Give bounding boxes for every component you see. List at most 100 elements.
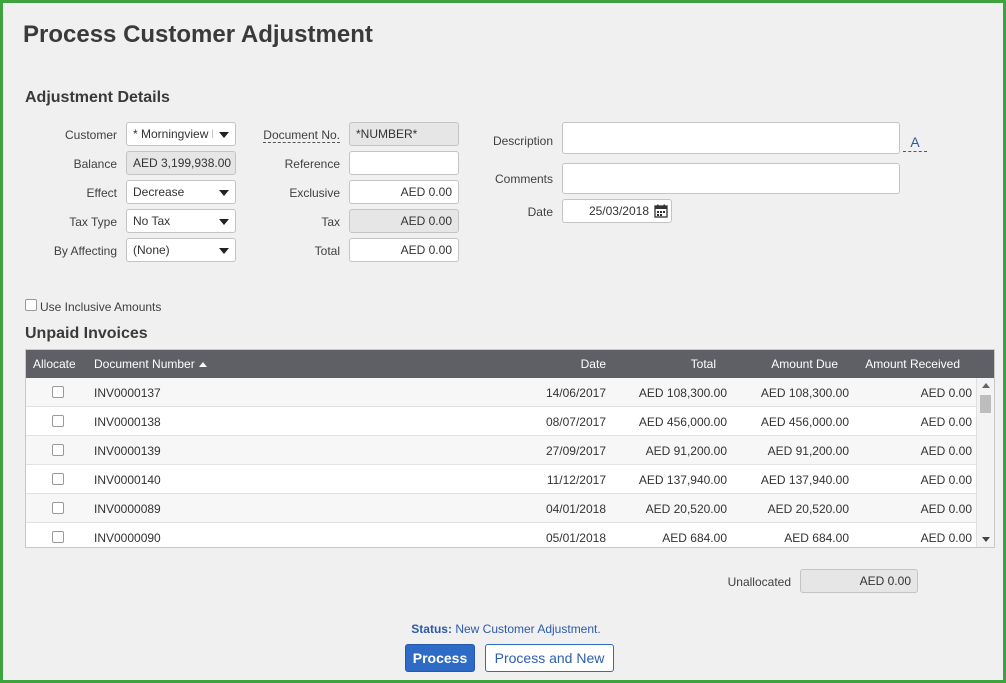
column-header-amount-due[interactable]: Amount Due xyxy=(746,357,838,371)
cell-total: AED 20,520.00 xyxy=(645,502,727,516)
cell-total: AED 684.00 xyxy=(662,531,727,545)
table-scrollbar[interactable] xyxy=(976,378,994,547)
cell-date: 05/01/2018 xyxy=(545,531,606,545)
tax-type-value: No Tax xyxy=(133,214,171,228)
effect-value: Decrease xyxy=(133,185,185,199)
allocate-checkbox[interactable] xyxy=(52,386,64,398)
allocate-checkbox[interactable] xyxy=(52,531,64,543)
status-label: Status: xyxy=(411,622,452,636)
allocate-checkbox[interactable] xyxy=(52,415,64,427)
comments-label: Comments xyxy=(494,172,553,186)
use-inclusive-checkbox[interactable] xyxy=(25,299,37,311)
cell-amount-received[interactable]: AED 0.00 xyxy=(871,531,972,545)
by-affecting-select[interactable]: (None) xyxy=(126,238,236,262)
scroll-thumb[interactable] xyxy=(980,395,991,413)
unallocated-label: Unallocated xyxy=(727,575,791,589)
table-row[interactable]: INV0000138 08/07/2017 AED 456,000.00 AED… xyxy=(26,407,977,436)
column-header-total[interactable]: Total xyxy=(626,357,716,371)
document-no-label[interactable]: Document No. xyxy=(253,128,340,143)
cell-total: AED 456,000.00 xyxy=(638,415,727,429)
font-format-button[interactable]: A xyxy=(903,134,927,152)
cell-amount-received[interactable]: AED 0.00 xyxy=(871,415,972,429)
unpaid-invoices-table: Allocate Document Number Date Total Amou… xyxy=(25,349,995,548)
cell-document-number: INV0000089 xyxy=(94,502,161,516)
table-row[interactable]: INV0000089 04/01/2018 AED 20,520.00 AED … xyxy=(26,494,977,523)
cell-date: 14/06/2017 xyxy=(545,386,606,400)
allocate-checkbox[interactable] xyxy=(52,444,64,456)
description-input[interactable] xyxy=(562,122,900,154)
cell-amount-due: AED 456,000.00 xyxy=(760,415,849,429)
column-header-allocate[interactable]: Allocate xyxy=(33,357,76,371)
column-header-amount-received[interactable]: Amount Received xyxy=(860,357,960,371)
effect-select[interactable]: Decrease xyxy=(126,180,236,204)
table-row[interactable]: INV0000140 11/12/2017 AED 137,940.00 AED… xyxy=(26,465,977,494)
column-header-date[interactable]: Date xyxy=(526,357,606,371)
exclusive-input[interactable]: AED 0.00 xyxy=(349,180,459,204)
cell-amount-received[interactable]: AED 0.00 xyxy=(871,386,972,400)
status-text: New Customer Adjustment. xyxy=(455,622,601,636)
table-row[interactable]: INV0000090 05/01/2018 AED 684.00 AED 684… xyxy=(26,523,977,547)
cell-date: 11/12/2017 xyxy=(546,473,606,487)
date-input[interactable]: 25/03/2018 xyxy=(562,199,672,223)
total-input[interactable]: AED 0.00 xyxy=(349,238,459,262)
cell-total: AED 108,300.00 xyxy=(638,386,727,400)
use-inclusive-label: Use Inclusive Amounts xyxy=(40,300,162,314)
exclusive-label: Exclusive xyxy=(289,186,340,200)
cell-date: 04/01/2018 xyxy=(545,502,606,516)
process-and-new-button[interactable]: Process and New xyxy=(485,644,614,672)
chevron-down-icon xyxy=(219,190,229,196)
cell-amount-due: AED 108,300.00 xyxy=(760,386,849,400)
cell-total: AED 91,200.00 xyxy=(645,444,727,458)
cell-document-number: INV0000137 xyxy=(94,386,161,400)
tax-type-select[interactable]: No Tax xyxy=(126,209,236,233)
date-label: Date xyxy=(527,205,553,219)
chevron-down-icon xyxy=(219,248,229,254)
column-header-document-number[interactable]: Document Number xyxy=(94,357,207,371)
cell-amount-received[interactable]: AED 0.00 xyxy=(871,473,972,487)
cell-amount-due: AED 91,200.00 xyxy=(767,444,849,458)
tax-field: AED 0.00 xyxy=(349,209,459,233)
date-value: 25/03/2018 xyxy=(588,204,649,218)
cell-date: 27/09/2017 xyxy=(545,444,606,458)
description-label: Description xyxy=(492,134,553,148)
page-title: Process Customer Adjustment xyxy=(23,21,373,48)
document-number-header-text: Document Number xyxy=(94,357,195,371)
comments-input[interactable] xyxy=(562,163,900,194)
table-header: Allocate Document Number Date Total Amou… xyxy=(26,350,994,378)
balance-field: AED 3,199,938.00 xyxy=(126,151,236,175)
customer-label: Customer xyxy=(64,128,117,142)
scroll-up-icon[interactable] xyxy=(982,383,990,388)
allocate-checkbox[interactable] xyxy=(52,502,64,514)
table-row[interactable]: INV0000139 27/09/2017 AED 91,200.00 AED … xyxy=(26,436,977,465)
unpaid-invoices-heading: Unpaid Invoices xyxy=(25,325,148,342)
sort-ascending-icon xyxy=(198,362,207,367)
chevron-down-icon xyxy=(219,132,229,138)
effect-label: Effect xyxy=(86,186,117,200)
cell-amount-received[interactable]: AED 0.00 xyxy=(871,444,972,458)
cell-amount-received[interactable]: AED 0.00 xyxy=(871,502,972,516)
document-no-field: *NUMBER* xyxy=(349,122,459,146)
unallocated-field: AED 0.00 xyxy=(800,569,918,593)
by-affecting-label: By Affecting xyxy=(53,244,117,258)
reference-input[interactable] xyxy=(349,151,459,175)
cell-document-number: INV0000090 xyxy=(94,531,161,545)
process-button[interactable]: Process xyxy=(405,644,475,672)
cell-document-number: INV0000139 xyxy=(94,444,161,458)
cell-document-number: INV0000140 xyxy=(94,473,161,487)
table-row[interactable]: INV0000137 14/06/2017 AED 108,300.00 AED… xyxy=(26,378,977,407)
customer-value: * Morningview Bi( xyxy=(133,127,213,141)
cell-amount-due: AED 20,520.00 xyxy=(767,502,849,516)
customer-select[interactable]: * Morningview Bi( xyxy=(126,122,236,146)
balance-label: Balance xyxy=(73,157,117,171)
cell-amount-due: AED 684.00 xyxy=(784,531,849,545)
cell-amount-due: AED 137,940.00 xyxy=(760,473,849,487)
by-affecting-value: (None) xyxy=(133,243,170,257)
document-no-label-text: Document No. xyxy=(263,128,340,143)
allocate-checkbox[interactable] xyxy=(52,473,64,485)
adjustment-details-heading: Adjustment Details xyxy=(25,89,170,106)
tax-type-label: Tax Type xyxy=(69,215,117,229)
window-frame: Process Customer Adjustment Adjustment D… xyxy=(0,0,1006,683)
total-label: Total xyxy=(314,244,340,258)
scroll-down-icon[interactable] xyxy=(982,537,990,542)
calendar-icon[interactable] xyxy=(654,204,668,218)
